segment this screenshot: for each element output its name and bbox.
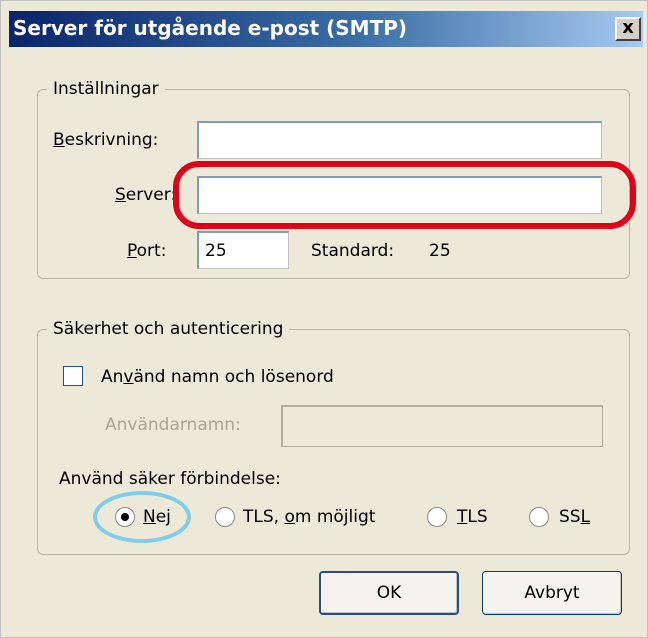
radio-tls-rest: LS [467, 507, 488, 527]
server-label-accel: S [115, 185, 126, 205]
server-input[interactable] [197, 176, 602, 214]
radio-none-rest: ej [155, 507, 171, 527]
server-label-rest: erver: [125, 185, 177, 205]
description-input[interactable] [197, 121, 602, 159]
port-label-accel: P [127, 241, 137, 261]
description-label: Beskrivning: [53, 130, 158, 150]
radio-tls-if-possible-pre: TLS, [243, 507, 285, 527]
ok-button[interactable]: OK [319, 571, 459, 615]
port-label-rest: ort: [136, 241, 167, 261]
use-credentials-label: Använd namn och lösenord [101, 367, 334, 387]
title-bar[interactable]: Server för utgående e-post (SMTP) x [9, 11, 643, 47]
radio-ssl[interactable] [529, 507, 549, 527]
radio-ssl-pre: SS [559, 507, 581, 527]
close-button[interactable]: x [615, 17, 641, 41]
radio-selected-dot [121, 513, 129, 521]
radio-none-accel: N [143, 507, 156, 527]
radio-tls-if-possible-post: m möjligt [294, 507, 376, 527]
radio-none-label: Nej [143, 507, 171, 527]
radio-none[interactable] [115, 507, 135, 527]
description-label-accel: B [53, 130, 65, 150]
use-credentials-label-post: änd namn och lösenord [133, 367, 334, 387]
description-label-rest: eskrivning: [64, 130, 159, 150]
dialog-title: Server för utgående e-post (SMTP) [13, 16, 408, 40]
username-label: Användarnamn: [105, 415, 241, 435]
standard-label: Standard: [311, 241, 395, 261]
security-legend: Säkerhet och autenticering [47, 319, 290, 339]
radio-tls-label: TLS [457, 507, 488, 527]
cancel-button[interactable]: Avbryt [482, 571, 622, 615]
server-label: Server: [115, 185, 176, 205]
port-label: Port: [127, 241, 166, 261]
secure-connection-label: Använd säker förbindelse: [59, 469, 281, 489]
radio-ssl-label: SSL [559, 507, 590, 527]
smtp-server-dialog: Server för utgående e-post (SMTP) x Inst… [0, 0, 648, 638]
radio-tls-if-possible-label: TLS, om möjligt [243, 507, 375, 527]
radio-tls-if-possible-accel: o [284, 507, 295, 527]
radio-ssl-accel: L [580, 507, 591, 527]
use-credentials-checkbox[interactable] [63, 366, 83, 386]
settings-legend: Inställningar [47, 79, 165, 99]
radio-tls-accel: T [457, 507, 468, 527]
radio-tls-if-possible[interactable] [215, 507, 235, 527]
port-input[interactable] [197, 231, 289, 269]
use-credentials-label-accel: v [123, 367, 134, 387]
standard-port-value: 25 [429, 241, 451, 261]
username-input[interactable] [281, 405, 603, 447]
use-credentials-label-pre: An [101, 367, 124, 387]
close-icon: x [622, 17, 634, 38]
radio-tls[interactable] [427, 507, 447, 527]
